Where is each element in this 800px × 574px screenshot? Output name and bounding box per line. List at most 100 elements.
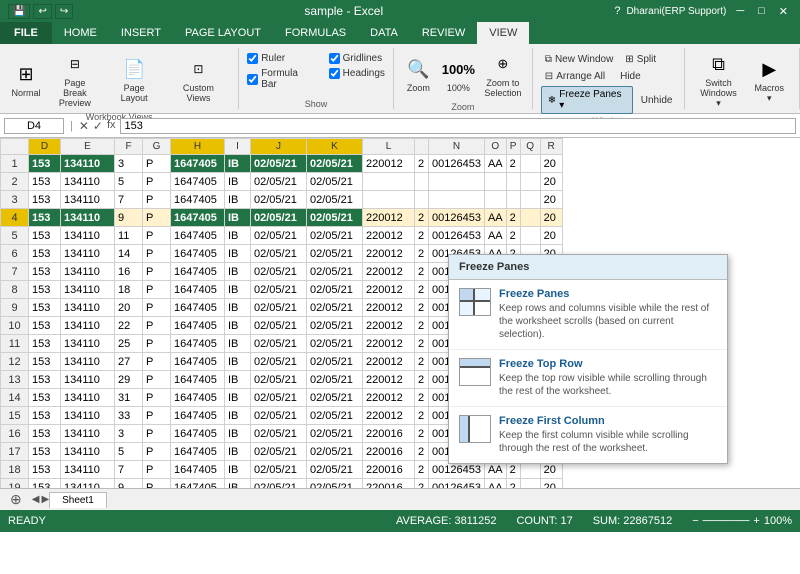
- col-header-j[interactable]: J: [251, 139, 307, 155]
- table-cell[interactable]: 153: [29, 443, 61, 461]
- table-cell[interactable]: 134110: [61, 335, 115, 353]
- table-cell[interactable]: 220016: [363, 443, 415, 461]
- col-header-h[interactable]: H: [171, 139, 225, 155]
- table-cell[interactable]: P: [143, 335, 171, 353]
- table-cell[interactable]: P: [143, 173, 171, 191]
- col-header-f[interactable]: F: [115, 139, 143, 155]
- table-cell[interactable]: 25: [115, 335, 143, 353]
- col-header-p[interactable]: P: [506, 139, 520, 155]
- table-cell[interactable]: IB: [225, 227, 251, 245]
- table-cell[interactable]: 153: [29, 353, 61, 371]
- table-cell[interactable]: 1647405: [171, 245, 225, 263]
- table-cell[interactable]: [363, 191, 415, 209]
- table-cell[interactable]: 220012: [363, 281, 415, 299]
- table-cell[interactable]: 20: [540, 155, 562, 173]
- split-button[interactable]: ⊞ Split: [621, 52, 660, 67]
- table-cell[interactable]: 153: [29, 245, 61, 263]
- table-cell[interactable]: IB: [225, 299, 251, 317]
- unhide-button[interactable]: Unhide: [637, 86, 677, 114]
- table-cell[interactable]: 153: [29, 281, 61, 299]
- table-cell[interactable]: P: [143, 317, 171, 335]
- table-cell[interactable]: 2: [415, 281, 429, 299]
- table-cell[interactable]: 2: [415, 227, 429, 245]
- help-icon[interactable]: ?: [614, 5, 620, 17]
- table-cell[interactable]: [415, 191, 429, 209]
- zoom-slider[interactable]: ──────: [703, 515, 750, 527]
- tab-scroll-right-icon[interactable]: ▶: [41, 494, 49, 505]
- freeze-top-row-option[interactable]: Freeze Top Row Keep the top row visible …: [449, 350, 727, 407]
- table-cell[interactable]: 220012: [363, 353, 415, 371]
- table-cell[interactable]: 134110: [61, 443, 115, 461]
- table-cell[interactable]: P: [143, 371, 171, 389]
- table-cell[interactable]: [429, 191, 485, 209]
- table-cell[interactable]: 1647405: [171, 335, 225, 353]
- custom-views-button[interactable]: ⊡ Custom Views: [167, 53, 231, 105]
- table-cell[interactable]: AA: [484, 209, 506, 227]
- table-cell[interactable]: 134110: [61, 371, 115, 389]
- table-cell[interactable]: 1647405: [171, 227, 225, 245]
- table-cell[interactable]: IB: [225, 245, 251, 263]
- table-cell[interactable]: 02/05/21: [251, 425, 307, 443]
- table-cell[interactable]: 02/05/21: [251, 245, 307, 263]
- table-cell[interactable]: IB: [225, 155, 251, 173]
- table-cell[interactable]: [363, 173, 415, 191]
- table-cell[interactable]: 2: [415, 299, 429, 317]
- table-cell[interactable]: 1647405: [171, 191, 225, 209]
- insert-function-icon[interactable]: fx: [107, 119, 116, 133]
- table-cell[interactable]: 153: [29, 209, 61, 227]
- table-cell[interactable]: AA: [484, 155, 506, 173]
- table-cell[interactable]: 2: [415, 407, 429, 425]
- table-cell[interactable]: 134110: [61, 461, 115, 479]
- table-cell[interactable]: 2: [506, 479, 520, 489]
- table-cell[interactable]: 02/05/21: [307, 299, 363, 317]
- table-cell[interactable]: 1647405: [171, 263, 225, 281]
- table-cell[interactable]: 2: [415, 443, 429, 461]
- table-cell[interactable]: 2: [415, 245, 429, 263]
- cell-reference-box[interactable]: [4, 118, 64, 134]
- table-cell[interactable]: 2: [415, 209, 429, 227]
- table-cell[interactable]: IB: [225, 389, 251, 407]
- table-cell[interactable]: P: [143, 299, 171, 317]
- table-cell[interactable]: 2: [415, 353, 429, 371]
- table-cell[interactable]: 134110: [61, 407, 115, 425]
- table-cell[interactable]: 02/05/21: [251, 389, 307, 407]
- close-button[interactable]: ✕: [775, 5, 792, 18]
- minimize-button[interactable]: ─: [732, 5, 748, 17]
- table-cell[interactable]: 1647405: [171, 371, 225, 389]
- table-cell[interactable]: 220012: [363, 245, 415, 263]
- col-header-m[interactable]: [415, 139, 429, 155]
- table-cell[interactable]: 220012: [363, 155, 415, 173]
- table-cell[interactable]: 153: [29, 461, 61, 479]
- zoom-in-icon[interactable]: +: [753, 515, 759, 527]
- table-cell[interactable]: 00126453: [429, 155, 485, 173]
- table-cell[interactable]: 153: [29, 263, 61, 281]
- table-cell[interactable]: 02/05/21: [251, 191, 307, 209]
- ruler-checkbox[interactable]: Ruler: [247, 52, 312, 65]
- table-cell[interactable]: P: [143, 461, 171, 479]
- page-layout-button[interactable]: 📄 Page Layout: [106, 53, 163, 105]
- table-cell[interactable]: IB: [225, 407, 251, 425]
- tab-data[interactable]: DATA: [358, 22, 410, 44]
- table-cell[interactable]: IB: [225, 371, 251, 389]
- table-cell[interactable]: 02/05/21: [251, 155, 307, 173]
- table-cell[interactable]: 153: [29, 155, 61, 173]
- freeze-first-column-option[interactable]: Freeze First Column Keep the first colum…: [449, 407, 727, 463]
- table-cell[interactable]: P: [143, 227, 171, 245]
- col-header-o[interactable]: O: [484, 139, 506, 155]
- table-cell[interactable]: 220012: [363, 227, 415, 245]
- table-cell[interactable]: 31: [115, 389, 143, 407]
- table-cell[interactable]: 1647405: [171, 317, 225, 335]
- table-cell[interactable]: 134110: [61, 263, 115, 281]
- table-cell[interactable]: 1647405: [171, 173, 225, 191]
- table-cell[interactable]: 2: [415, 263, 429, 281]
- table-cell[interactable]: IB: [225, 281, 251, 299]
- table-cell[interactable]: 7: [115, 191, 143, 209]
- table-cell[interactable]: 153: [29, 371, 61, 389]
- arrange-all-button[interactable]: ⊟ Arrange All: [541, 69, 609, 84]
- table-cell[interactable]: 7: [115, 461, 143, 479]
- table-cell[interactable]: P: [143, 209, 171, 227]
- table-cell[interactable]: AA: [484, 479, 506, 489]
- table-cell[interactable]: 2: [415, 389, 429, 407]
- table-cell[interactable]: 33: [115, 407, 143, 425]
- table-cell[interactable]: IB: [225, 461, 251, 479]
